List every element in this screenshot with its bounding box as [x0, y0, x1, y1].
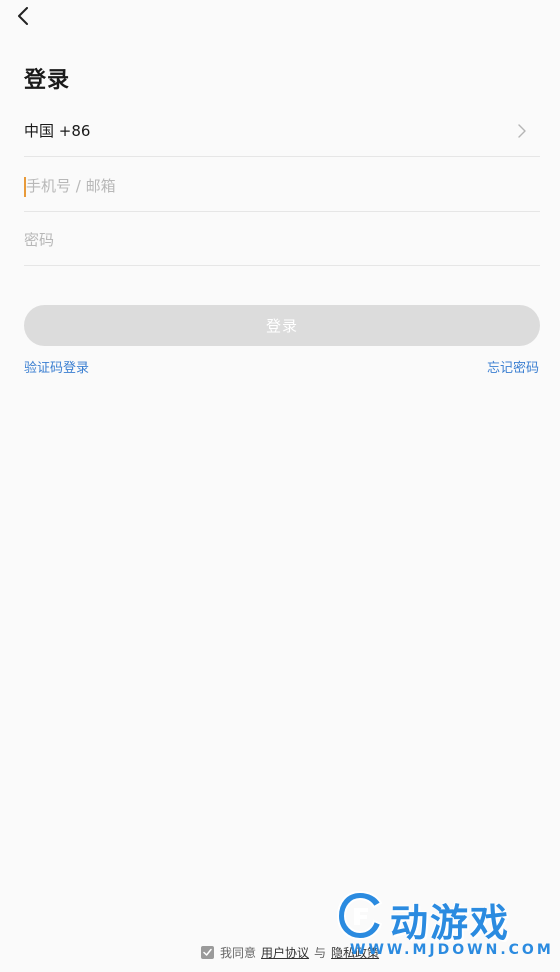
watermark-name: 动游戏: [390, 901, 511, 945]
agreement-prefix: 我同意: [220, 946, 257, 960]
page-title: 登录: [24, 68, 71, 93]
agreement-conjunction: 与: [314, 946, 327, 960]
login-button[interactable]: 登录: [24, 305, 540, 346]
country-code-value: 中国 +86: [24, 122, 91, 140]
phone-email-input[interactable]: [24, 176, 540, 195]
check-icon: [203, 948, 212, 956]
chevron-right-icon: [518, 123, 526, 138]
country-code-selector[interactable]: 中国 +86: [24, 105, 540, 157]
user-agreement-link[interactable]: 用户协议: [261, 944, 309, 961]
sms-login-link[interactable]: 验证码登录: [24, 357, 89, 376]
agreement-row: 我同意 用户协议 与 隐私政策: [201, 944, 384, 961]
phone-email-row: [24, 160, 540, 212]
password-input[interactable]: [24, 230, 540, 249]
chevron-left-icon: [18, 7, 28, 25]
back-button[interactable]: [12, 4, 34, 28]
privacy-policy-link[interactable]: 隐私政策: [331, 944, 379, 961]
forgot-password-link[interactable]: 忘记密码: [487, 357, 539, 376]
agreement-checkbox[interactable]: [201, 946, 214, 959]
watermark-logo-icon: [336, 890, 383, 941]
text-cursor: [24, 177, 26, 197]
password-row: [24, 214, 540, 266]
